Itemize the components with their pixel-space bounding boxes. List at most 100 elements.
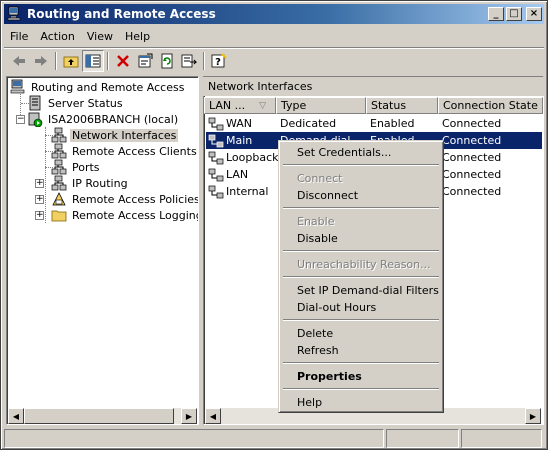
refresh-button[interactable] (156, 50, 178, 72)
tree-label: Remote Access Policies (72, 192, 199, 206)
delete-button[interactable] (112, 50, 134, 72)
menu-item-disconnect[interactable]: Disconnect (282, 187, 440, 204)
tree-item-remote-access-logging[interactable]: Remote Access Logging (51, 207, 199, 223)
expand-ip-routing-toggle[interactable]: + (35, 179, 44, 188)
menu-item-dialout-hours[interactable]: Dial-out Hours (282, 299, 440, 316)
tree-label: Server Status (48, 96, 123, 110)
name-cell: Loopback (208, 149, 279, 166)
menu-item-properties[interactable]: Properties (282, 368, 440, 385)
svg-text:?: ? (215, 57, 221, 68)
tree-item-server[interactable]: ISA2006BRANCH (local) (27, 111, 180, 127)
interface-name: Loopback (226, 151, 279, 164)
close-button[interactable]: × (526, 7, 542, 21)
export-list-button[interactable] (178, 50, 200, 72)
menu-file[interactable]: File (4, 30, 34, 43)
column-header-lan[interactable]: LAN ... ▽ (204, 97, 276, 114)
sort-descending-icon: ▽ (259, 100, 267, 111)
context-menu: Set Credentials... Connect Disconnect En… (278, 140, 444, 413)
status-pane-main (4, 429, 384, 448)
tree-item-ip-routing[interactable]: IP Routing (51, 175, 130, 191)
tree-item-root[interactable]: Routing and Remote Access (10, 79, 186, 95)
name-cell: Internal (208, 183, 268, 200)
toolbar-separator (55, 52, 57, 70)
column-header-status[interactable]: Status (366, 97, 438, 114)
toolbar-separator (203, 52, 205, 70)
name-cell: LAN (208, 166, 248, 183)
menu-item-set-ip-filters[interactable]: Set IP Demand-dial Filters (282, 282, 440, 299)
type-cell: Dedicated (280, 117, 337, 130)
tree-line (45, 127, 46, 223)
interface-icon (208, 185, 224, 198)
title-bar[interactable]: Routing and Remote Access _ □ × (4, 4, 544, 24)
menu-item-set-credentials[interactable]: Set Credentials... (282, 144, 440, 161)
tree-item-server-status[interactable]: Server Status (27, 95, 125, 111)
tree-item-remote-access-policies[interactable]: Remote Access Policies (51, 191, 199, 207)
console-tree[interactable]: Routing and Remote Access Server Status … (6, 76, 199, 425)
maximize-button[interactable]: □ (506, 7, 522, 21)
left-arrow-icon: ◀ (209, 411, 217, 421)
tree-label: Remote Access Clients (0) (72, 144, 198, 158)
properties-button[interactable] (134, 50, 156, 72)
state-cell: Connected (442, 134, 502, 147)
details-pane-title: Network Interfaces (203, 77, 544, 96)
menu-item-unreachability-reason[interactable]: Unreachability Reason... (282, 256, 440, 273)
menu-item-help[interactable]: Help (282, 394, 440, 411)
toolbar: ? (4, 49, 544, 73)
tree-item-ports[interactable]: Ports (51, 159, 102, 175)
scroll-left-button[interactable]: ◀ (205, 408, 221, 424)
tree-label: Network Interfaces (70, 128, 179, 142)
ip-routing-icon (51, 175, 67, 191)
menu-item-refresh[interactable]: Refresh (282, 342, 440, 359)
tree-label: Remote Access Logging (72, 208, 199, 222)
tree-label: Routing and Remote Access (31, 80, 185, 94)
column-label: Status (371, 99, 407, 112)
menu-item-connect[interactable]: Connect (282, 170, 440, 187)
menu-action[interactable]: Action (34, 30, 80, 43)
menu-bar: File Action View Help (4, 26, 544, 46)
table-row[interactable]: WAN Dedicated Enabled Connected (206, 115, 542, 132)
menu-item-enable[interactable]: Enable (282, 213, 440, 230)
interface-name: LAN (226, 168, 249, 181)
forward-arrow-icon (35, 56, 47, 66)
status-cell: Enabled (370, 117, 415, 130)
tree-item-network-interfaces[interactable]: Network Interfaces (51, 127, 179, 143)
help-button[interactable]: ? (208, 50, 230, 72)
state-cell: Connected (442, 151, 502, 164)
interface-icon (208, 151, 224, 164)
minimize-button[interactable]: _ (488, 7, 504, 21)
show-hide-console-tree-button[interactable] (82, 50, 104, 72)
delete-x-icon (117, 55, 129, 67)
scroll-right-button[interactable]: ▶ (525, 408, 541, 424)
interface-name: Main (226, 134, 253, 147)
menu-view[interactable]: View (81, 30, 119, 43)
tree-label: Ports (72, 160, 100, 174)
menu-separator (283, 207, 439, 209)
menu-help[interactable]: Help (119, 30, 156, 43)
expand-policies-toggle[interactable]: + (35, 195, 44, 204)
menu-separator (283, 388, 439, 390)
interface-name: WAN (226, 117, 253, 130)
menu-item-delete[interactable]: Delete (282, 325, 440, 342)
tree-scroll-thumb[interactable] (24, 408, 174, 424)
help-icon: ? (211, 53, 227, 68)
state-cell: Connected (442, 168, 502, 181)
rras-server-icon (10, 79, 25, 94)
expand-logging-toggle[interactable]: + (35, 211, 44, 220)
scroll-left-button[interactable]: ◀ (8, 408, 24, 424)
up-one-level-button[interactable] (60, 50, 82, 72)
menu-item-disable[interactable]: Disable (282, 230, 440, 247)
window-title: Routing and Remote Access (27, 7, 216, 21)
name-cell: WAN (208, 115, 252, 132)
close-icon: × (529, 8, 539, 19)
state-cell: Connected (442, 117, 502, 130)
forward-button[interactable] (30, 50, 52, 72)
column-header-type[interactable]: Type (276, 97, 366, 114)
status-pane-2 (386, 429, 459, 448)
column-header-connection-state[interactable]: Connection State (438, 97, 543, 114)
scroll-right-button[interactable]: ▶ (181, 408, 197, 424)
column-label: LAN ... (209, 99, 246, 112)
collapse-server-toggle[interactable]: − (16, 115, 25, 124)
back-button[interactable] (8, 50, 30, 72)
right-arrow-icon: ▶ (185, 411, 193, 421)
tree-item-remote-access-clients[interactable]: Remote Access Clients (0) (51, 143, 198, 159)
